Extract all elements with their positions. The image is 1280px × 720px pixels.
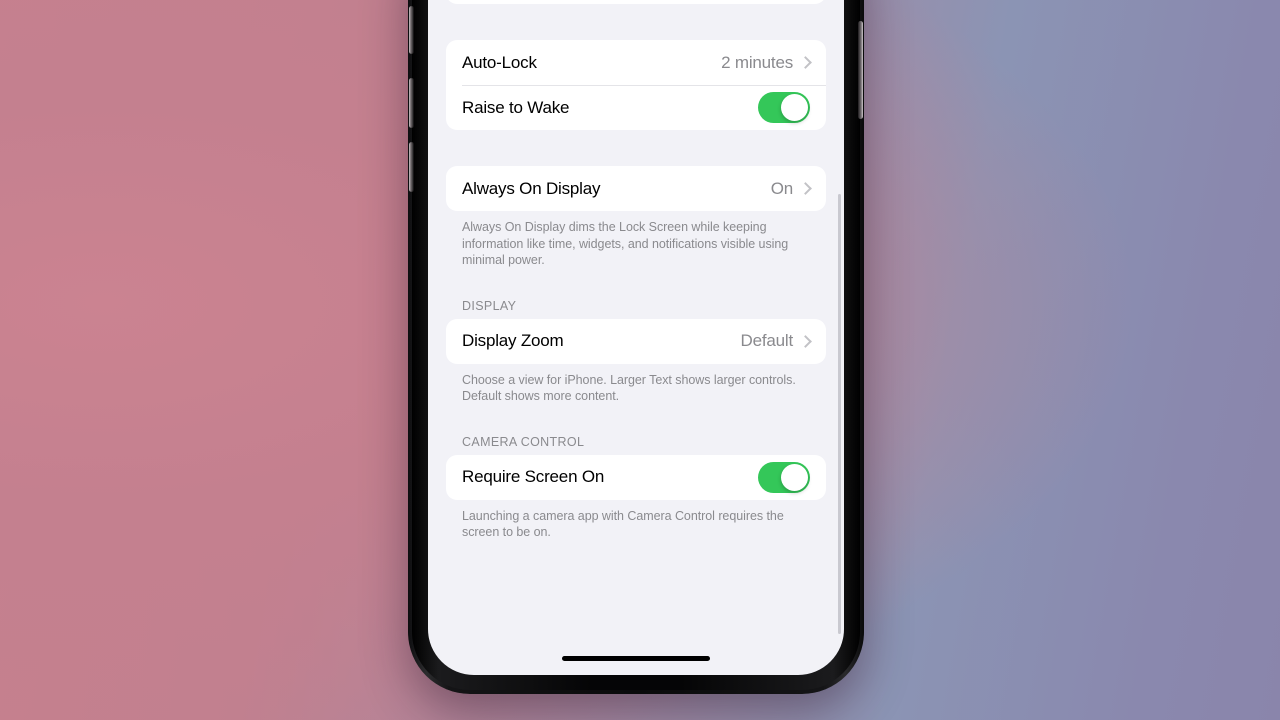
row-value: On <box>770 178 793 198</box>
footnote-always-on-display: Always On Display dims the Lock Screen w… <box>462 220 789 267</box>
volume-down-button[interactable] <box>409 142 414 192</box>
raise-to-wake-toggle[interactable] <box>758 92 810 123</box>
vertical-scrollbar[interactable] <box>838 194 841 634</box>
desktop-background: Night Shift Off Auto-Lock 2 minutes <box>0 0 1280 720</box>
section-night-shift: Night Shift Off <box>446 0 826 4</box>
row-label: Display Zoom <box>462 331 564 350</box>
row-label: Auto-Lock <box>462 52 537 72</box>
phone-device-frame: Night Shift Off Auto-Lock 2 minutes <box>408 0 864 694</box>
phone-body: Night Shift Off Auto-Lock 2 minutes <box>409 0 863 690</box>
row-value: 2 minutes <box>721 52 793 72</box>
row-value: Default <box>740 331 794 350</box>
row-label: Always On Display <box>462 178 601 198</box>
section-always-on-display: Always On Display On <box>446 166 826 211</box>
chevron-right-icon <box>799 56 812 69</box>
toggle-knob <box>781 94 808 121</box>
section-display: Display Zoom Default <box>446 318 826 364</box>
row-require-screen-on[interactable]: Require Screen On <box>446 455 826 500</box>
section-lock: Auto-Lock 2 minutes Raise to Wake <box>446 40 826 130</box>
section-header-display: DISPLAY <box>462 298 517 313</box>
row-label: Require Screen On <box>462 467 605 486</box>
section-camera-control: Require Screen On <box>446 454 826 500</box>
footnote-camera-control: Launching a camera app with Camera Contr… <box>462 508 784 540</box>
chevron-right-icon <box>799 334 812 348</box>
toggle-knob <box>781 463 808 491</box>
power-button[interactable] <box>858 21 863 119</box>
row-raise-to-wake[interactable]: Raise to Wake <box>446 85 826 130</box>
row-display-zoom[interactable]: Display Zoom Default <box>446 319 826 364</box>
row-auto-lock[interactable]: Auto-Lock 2 minutes <box>446 40 826 85</box>
chevron-right-icon <box>799 182 812 195</box>
home-indicator[interactable] <box>562 656 710 661</box>
footnote-display-zoom: Choose a view for iPhone. Larger Text sh… <box>462 372 796 404</box>
volume-up-button[interactable] <box>409 78 414 128</box>
row-night-shift[interactable]: Night Shift Off <box>446 0 826 4</box>
action-button[interactable] <box>409 6 414 54</box>
row-always-on-display[interactable]: Always On Display On <box>446 166 826 211</box>
row-label: Raise to Wake <box>462 97 570 117</box>
section-header-camera-control: CAMERA CONTROL <box>462 434 585 449</box>
require-screen-on-toggle[interactable] <box>758 461 810 493</box>
phone-screen: Night Shift Off Auto-Lock 2 minutes <box>428 0 844 675</box>
settings-scroll-view[interactable]: Night Shift Off Auto-Lock 2 minutes <box>428 0 844 675</box>
